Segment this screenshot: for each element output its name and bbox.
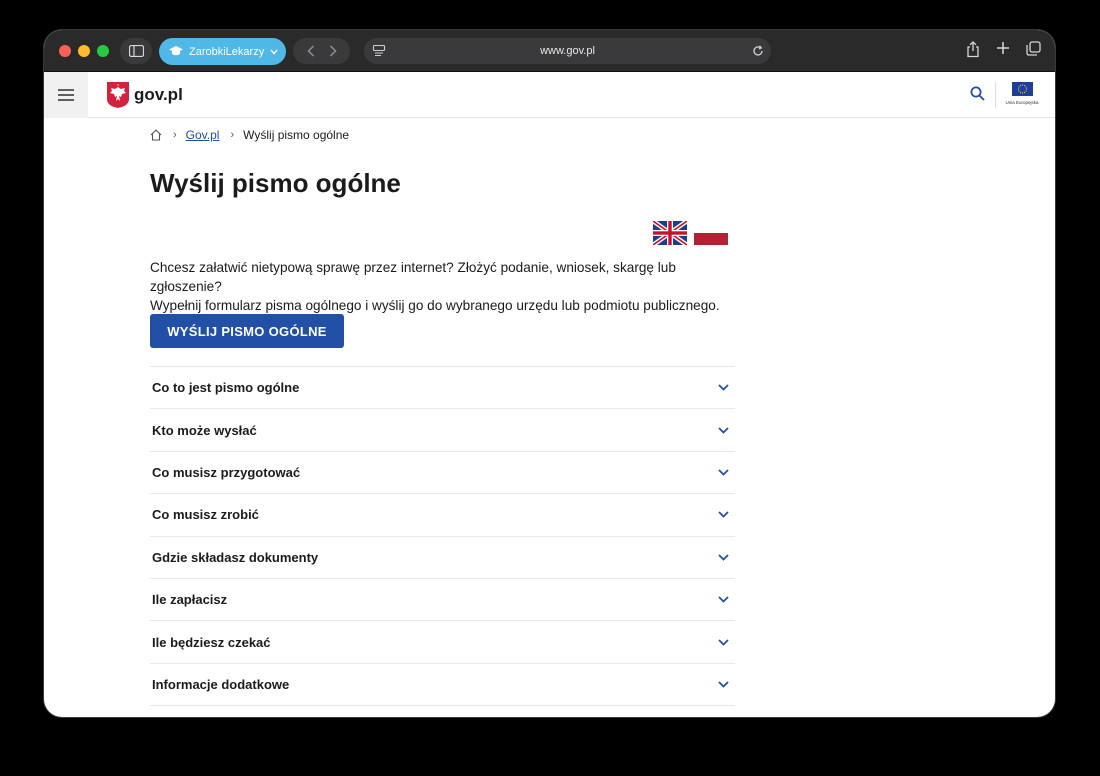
accordion-item-label: Co musisz zrobić — [152, 507, 259, 523]
chevron-down-icon — [718, 596, 729, 603]
accordion-item-label: Informacje dodatkowe — [152, 676, 290, 692]
chevron-down-icon — [718, 554, 729, 561]
accordion-item-label: Ile zapłacisz — [152, 592, 228, 608]
breadcrumb-link-govpl[interactable]: Gov.pl — [186, 128, 220, 142]
gov-logo-link[interactable]: gov.pl — [107, 82, 183, 108]
intro-text: Chcesz załatwić nietypową sprawę przez i… — [150, 258, 740, 315]
minimize-window-button[interactable] — [78, 45, 90, 57]
share-icon[interactable] — [966, 41, 980, 58]
address-bar[interactable]: www.gov.pl — [364, 38, 771, 64]
eu-logo: Unia Europejska — [1002, 82, 1042, 105]
english-flag-icon[interactable] — [653, 221, 687, 245]
accordion-item-label: Ile będziesz czekać — [152, 634, 271, 650]
tab-overview-icon[interactable] — [1026, 41, 1041, 56]
forward-icon[interactable] — [329, 45, 337, 57]
accordion-item[interactable]: Co to jest pismo ogólne — [150, 367, 735, 410]
browser-window: ZarobkiLekarzy www.gov.pl gov.pl Unia Eu… — [44, 30, 1055, 717]
main-menu-button[interactable] — [44, 72, 88, 118]
logo-text: gov.pl — [134, 85, 183, 104]
reload-icon[interactable] — [751, 44, 765, 58]
hamburger-icon — [58, 89, 74, 101]
accordion-item[interactable]: Co musisz zrobić — [150, 494, 735, 537]
graduation-cap-icon — [169, 46, 183, 56]
polish-flag-icon[interactable] — [694, 221, 728, 245]
eu-label: Unia Europejska — [1005, 100, 1039, 105]
profile-tab-group-button[interactable]: ZarobkiLekarzy — [159, 38, 286, 65]
accordion-item-label: Kto może wysłać — [152, 422, 257, 438]
chevron-down-icon — [718, 511, 729, 519]
intro-line-2: Wypełnij formularz pisma ogólnego i wyśl… — [150, 298, 720, 313]
chevron-down-icon — [718, 426, 729, 434]
chevron-down-icon — [270, 49, 278, 55]
browser-toolbar: ZarobkiLekarzy www.gov.pl — [44, 30, 1055, 72]
accordion-item[interactable]: Kto może wysłać — [150, 409, 735, 452]
profile-label: ZarobkiLekarzy — [189, 45, 265, 58]
send-letter-button[interactable]: WYŚLIJ PISMO OGÓLNE — [150, 314, 344, 348]
search-icon — [970, 86, 985, 101]
accordion-item[interactable]: Ile będziesz czekać — [150, 621, 735, 664]
breadcrumb-current: Wyślij pismo ogólne — [243, 128, 350, 142]
polish-eagle-icon — [107, 82, 129, 108]
language-switcher — [653, 221, 728, 245]
chevron-down-icon — [718, 638, 729, 646]
chevron-down-icon — [718, 681, 729, 688]
accordion-item[interactable]: Informacje dodatkowe — [150, 664, 735, 707]
sidebar-icon — [128, 45, 144, 57]
header-divider — [995, 82, 996, 108]
zoom-window-button[interactable] — [97, 45, 109, 57]
accordion-item[interactable]: Ile zapłacisz — [150, 579, 735, 622]
chevron-down-icon — [718, 384, 729, 391]
close-window-button[interactable] — [59, 45, 71, 57]
breadcrumb-separator-icon: › — [173, 129, 177, 141]
sidebar-toggle-button[interactable] — [120, 38, 152, 64]
new-tab-icon[interactable] — [996, 41, 1010, 55]
site-header: gov.pl Unia Europejska — [44, 72, 1055, 118]
chevron-down-icon — [718, 469, 729, 476]
accordion-item-label: Co musisz przygotować — [152, 464, 301, 480]
accordion-item[interactable]: Gdzie składasz dokumenty — [150, 537, 735, 579]
breadcrumb: › Gov.pl › Wyślij pismo ogólne — [150, 128, 349, 142]
toolbar-right-actions — [966, 41, 1041, 58]
url-text: www.gov.pl — [540, 45, 595, 57]
breadcrumb-separator-icon: › — [230, 129, 235, 141]
search-button[interactable] — [970, 86, 985, 106]
accordion-item[interactable]: Co musisz przygotować — [150, 452, 735, 495]
accordion-item-label: Co to jest pismo ogólne — [152, 380, 300, 396]
history-nav — [293, 38, 350, 64]
eu-flag-icon — [1011, 82, 1033, 96]
page-title: Wyślij pismo ogólne — [150, 168, 401, 198]
accordion-item-label: Gdzie składasz dokumenty — [152, 549, 319, 565]
home-icon[interactable] — [150, 129, 162, 141]
info-accordion: Co to jest pismo ogólne Kto może wysłać … — [150, 366, 735, 707]
back-icon[interactable] — [306, 45, 315, 57]
intro-line-1: Chcesz załatwić nietypową sprawę przez i… — [150, 260, 676, 294]
